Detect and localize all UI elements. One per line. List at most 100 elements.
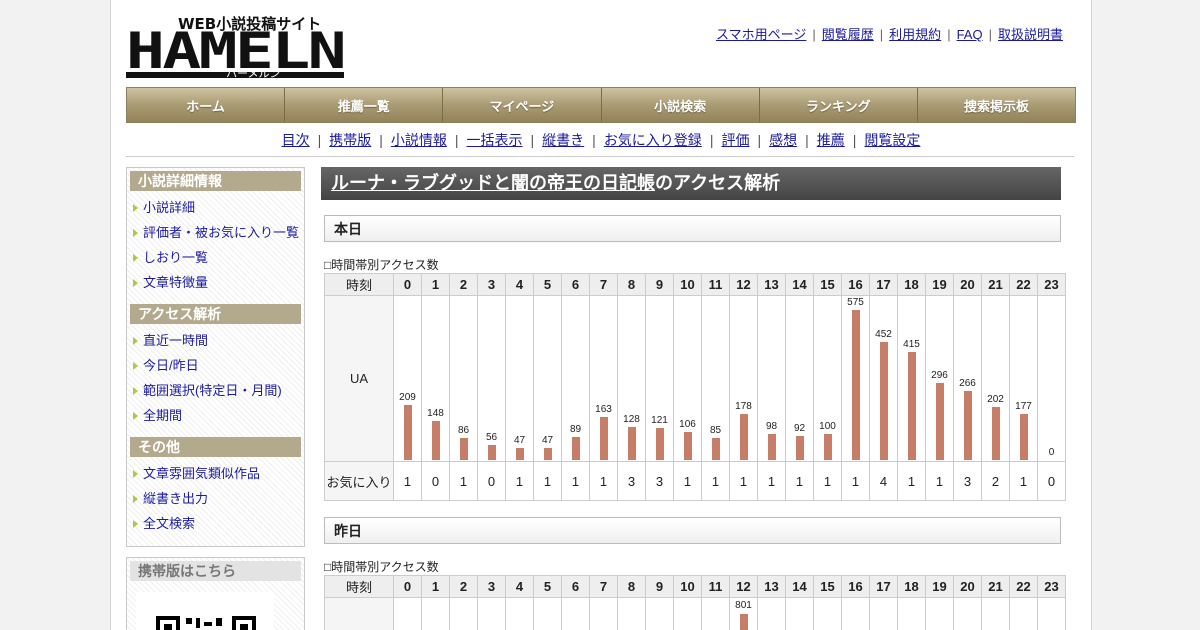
hour-header: 8 <box>617 273 646 296</box>
sidebar-item-last-hour[interactable]: 直近一時間 <box>127 328 304 353</box>
sidebar-item-vertical-output[interactable]: 縦書き出力 <box>127 486 304 511</box>
favorite-count-cell: 0 <box>1037 461 1066 501</box>
ua-cell: 801 <box>729 597 758 630</box>
today-access-table: 時刻 0 1 2 3 4 5 6 7 8 9 10 11 12 13 14 15 16 17 18 19 20 21 22 2… <box>324 273 1066 501</box>
subnav-mobile[interactable]: 携帯版 <box>329 132 371 148</box>
favorite-count-cell: 1 <box>729 461 758 501</box>
favorite-count-cell: 1 <box>533 461 562 501</box>
hour-header: 16 <box>841 273 870 296</box>
ua-bar <box>599 417 608 460</box>
favorite-count-cell: 1 <box>897 461 926 501</box>
favorite-count-cell: 1 <box>1009 461 1038 501</box>
ua-value-label: 801 <box>735 600 752 611</box>
sidebar-item-similar-works[interactable]: 文章雰囲気類似作品 <box>127 461 304 486</box>
subnav-add-favorite[interactable]: お気に入り登録 <box>604 132 702 148</box>
arrow-bullet-icon <box>133 229 138 237</box>
hour-header: 15 <box>813 273 842 296</box>
link-faq[interactable]: FAQ <box>957 27 983 42</box>
sidebar-item-novel-detail[interactable]: 小説詳細 <box>127 195 304 220</box>
ua-bar <box>655 428 664 460</box>
favorite-count-cell: 1 <box>449 461 478 501</box>
sidebar-item-fulltext-search[interactable]: 全文検索 <box>127 511 304 536</box>
hour-header: 23 <box>1037 575 1066 598</box>
subnav-vertical[interactable]: 縦書き <box>542 132 584 148</box>
favorite-count-cell: 4 <box>869 461 898 501</box>
hameln-logo[interactable]: WEB小説投稿サイト HAMELN ハーメルン <box>126 10 346 80</box>
subnav-bulk-view[interactable]: 一括表示 <box>467 132 523 148</box>
subnav-rating[interactable]: 評価 <box>721 132 749 148</box>
hour-header: 19 <box>925 575 954 598</box>
subnav-novel-info[interactable]: 小説情報 <box>391 132 447 148</box>
subnav-toc[interactable]: 目次 <box>282 132 310 148</box>
ua-cell <box>561 597 590 630</box>
favorite-count-cell: 1 <box>813 461 842 501</box>
sidebar: 小説詳細情報 小説詳細 評価者・被お気に入り一覧 しおり一覧 文章特徴量 アクセ… <box>126 167 305 547</box>
ua-cell: 128 <box>617 295 646 462</box>
hour-header: 12 <box>729 575 758 598</box>
link-terms[interactable]: 利用規約 <box>889 27 941 42</box>
ua-value-label: 106 <box>679 419 696 430</box>
ua-bar <box>515 448 524 460</box>
ua-cell: 177 <box>1009 295 1038 462</box>
sidebar-item-today-yesterday[interactable]: 今日/昨日 <box>127 353 304 378</box>
sidebar-item-bookmarks[interactable]: しおり一覧 <box>127 245 304 270</box>
ua-cell <box>393 597 422 630</box>
hour-header: 9 <box>645 273 674 296</box>
link-smartphone[interactable]: スマホ用ページ <box>716 27 806 42</box>
hour-header: 13 <box>757 273 786 296</box>
hour-header: 7 <box>589 575 618 598</box>
hour-header: 21 <box>981 575 1010 598</box>
ua-value-label: 178 <box>735 401 752 412</box>
sidebar-item-all-time[interactable]: 全期間 <box>127 403 304 428</box>
top-links: スマホ用ページ | 閲覧履歴 | 利用規約 | FAQ | 取扱説明書 <box>716 27 1063 42</box>
favorite-count-cell: 1 <box>393 461 422 501</box>
hour-header: 11 <box>701 273 730 296</box>
nav-home[interactable]: ホーム <box>127 88 286 122</box>
ua-cell: 89 <box>561 295 590 462</box>
hour-header: 18 <box>897 575 926 598</box>
nav-mypage[interactable]: マイページ <box>443 88 602 122</box>
favorite-count-cell: 1 <box>589 461 618 501</box>
favorite-count-cell: 1 <box>561 461 590 501</box>
hour-header: 21 <box>981 273 1010 296</box>
hour-header: 23 <box>1037 273 1066 296</box>
novel-title-link[interactable]: ルーナ・ラブグッドと闇の帝王の日記帳 <box>331 173 655 193</box>
ua-cell <box>785 597 814 630</box>
subnav-view-settings[interactable]: 閲覧設定 <box>864 132 920 148</box>
hour-header: 5 <box>533 575 562 598</box>
nav-search[interactable]: 小説検索 <box>601 88 760 122</box>
subnav-comments[interactable]: 感想 <box>769 132 797 148</box>
qr-code-icon[interactable] <box>136 592 274 630</box>
row-label-favorites: お気に入り <box>324 461 394 501</box>
favorite-count-cell: 1 <box>505 461 534 501</box>
hour-header: 10 <box>673 575 702 598</box>
yesterday-caption: □時間帯別アクセス数 <box>324 560 439 574</box>
sidebar-item-text-features[interactable]: 文章特徴量 <box>127 270 304 295</box>
ua-bar <box>851 310 860 460</box>
page-title: ルーナ・ラブグッドと闇の帝王の日記帳のアクセス解析 <box>321 167 1061 200</box>
subnav-recommend[interactable]: 推薦 <box>817 132 845 148</box>
ua-cell <box>645 597 674 630</box>
sidebar-item-range-select[interactable]: 範囲選択(特定日・月間) <box>127 378 304 403</box>
row-label-time: 時刻 <box>324 273 394 296</box>
link-history[interactable]: 閲覧履歴 <box>822 27 874 42</box>
favorite-count-cell: 1 <box>841 461 870 501</box>
arrow-bullet-icon <box>133 279 138 287</box>
nav-ranking[interactable]: ランキング <box>759 88 918 122</box>
today-caption: □時間帯別アクセス数 <box>324 258 439 272</box>
sidebar-heading-mobile: 携帯版はこちら <box>130 561 301 581</box>
ua-cell: 0 <box>1037 295 1066 462</box>
ua-bar <box>543 448 552 460</box>
sidebar-item-raters-favorites[interactable]: 評価者・被お気に入り一覧 <box>127 220 304 245</box>
link-manual[interactable]: 取扱説明書 <box>998 27 1063 42</box>
ua-cell: 296 <box>925 295 954 462</box>
nav-board[interactable]: 捜索掲示板 <box>917 88 1076 122</box>
hour-header: 3 <box>477 575 506 598</box>
ua-cell <box>757 597 786 630</box>
ua-cell <box>617 597 646 630</box>
ua-value-label: 92 <box>793 423 806 434</box>
hour-header: 2 <box>449 273 478 296</box>
hour-header: 4 <box>505 575 534 598</box>
ua-value-label: 202 <box>987 394 1004 405</box>
nav-recommend[interactable]: 推薦一覧 <box>285 88 444 122</box>
